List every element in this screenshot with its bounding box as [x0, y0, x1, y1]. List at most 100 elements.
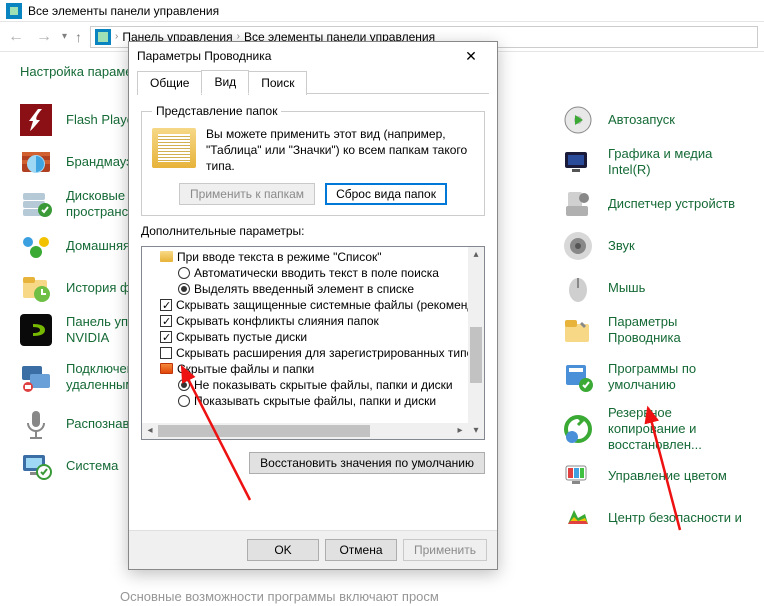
address-icon	[95, 29, 111, 45]
tree-group-hidden-files[interactable]: Скрытые файлы и папки	[146, 361, 480, 377]
item-security[interactable]: Центр безопасности и	[562, 497, 744, 539]
item-default-programs[interactable]: Программы по умолчанию	[562, 351, 744, 403]
radio-icon	[178, 379, 190, 391]
intel-graphics-icon	[562, 146, 594, 178]
tree-label: Показывать скрытые файлы, папки и диски	[194, 393, 436, 409]
default-programs-icon	[562, 361, 594, 393]
homegroup-icon	[20, 230, 52, 262]
folder-icon	[160, 363, 173, 374]
nav-history-dropdown-icon[interactable]: ▾	[62, 31, 67, 42]
item-label: Параметры Проводника	[608, 314, 744, 347]
folder-view-group: Представление папок Вы можете применить …	[141, 104, 485, 216]
tree-check-hide-protected[interactable]: Скрывать защищенные системные файлы (рек…	[146, 297, 480, 313]
security-center-icon	[562, 502, 594, 534]
horizontal-scrollbar[interactable]: ◂ ▸	[142, 423, 468, 439]
mouse-icon	[562, 272, 594, 304]
item-sound[interactable]: Звук	[562, 225, 744, 267]
item-label: Программы по умолчанию	[608, 361, 744, 394]
scroll-up-icon[interactable]: ▴	[468, 247, 484, 263]
hscroll-thumb[interactable]	[158, 425, 370, 437]
tree-check-hide-empty-drives[interactable]: Скрывать пустые диски	[146, 329, 480, 345]
dialog-tabs: Общие Вид Поиск	[137, 70, 489, 94]
cp-right-column: Автозапуск Графика и медиа Intel(R) Дисп…	[562, 99, 744, 539]
cp-title: Все элементы панели управления	[28, 4, 219, 18]
cp-status-text: Основные возможности программы включают …	[120, 589, 764, 604]
tab-general[interactable]: Общие	[137, 71, 202, 95]
radio-icon	[178, 395, 190, 407]
item-explorer-options[interactable]: Параметры Проводника	[562, 309, 744, 351]
item-autoplay[interactable]: Автозапуск	[562, 99, 744, 141]
vertical-scrollbar[interactable]: ▴ ▾	[468, 247, 484, 439]
breadcrumb-sep-icon: ›	[115, 31, 118, 42]
nav-forward-icon: →	[34, 28, 54, 46]
item-devmgr[interactable]: Диспетчер устройств	[562, 183, 744, 225]
tab-search[interactable]: Поиск	[248, 71, 307, 95]
tree-label: При вводе текста в режиме "Список"	[177, 249, 382, 265]
backup-restore-icon	[562, 413, 594, 445]
dialog-titlebar[interactable]: Параметры Проводника ✕	[129, 42, 497, 70]
folder-options-dialog: Параметры Проводника ✕ Общие Вид Поиск П…	[128, 41, 498, 570]
dialog-button-row: OK Отмена Применить	[129, 530, 497, 569]
folder-options-icon	[562, 314, 594, 346]
checkbox-icon	[160, 347, 172, 359]
scroll-right-icon[interactable]: ▸	[452, 423, 468, 439]
apply-button: Применить	[403, 539, 487, 561]
item-backup[interactable]: Резервное копирование и восстановлен...	[562, 403, 744, 455]
tree-check-hide-merge-conflicts[interactable]: Скрывать конфликты слияния папок	[146, 313, 480, 329]
tree-radio-auto-search[interactable]: Автоматически вводить текст в поле поиск…	[146, 265, 480, 281]
checkbox-icon	[160, 299, 172, 311]
microphone-icon	[20, 408, 52, 440]
nvidia-icon	[20, 314, 52, 346]
tree-label: Скрывать конфликты слияния папок	[176, 313, 379, 329]
reset-folders-button[interactable]: Сброс вида папок	[325, 183, 447, 205]
hscroll-track[interactable]	[158, 423, 452, 439]
radio-icon	[178, 283, 190, 295]
system-icon	[20, 450, 52, 482]
tab-view-content: Представление папок Вы можете применить …	[129, 94, 497, 530]
file-history-icon	[20, 272, 52, 304]
folder-view-description: Вы можете применить этот вид (например, …	[206, 126, 474, 175]
tree-radio-select-in-list[interactable]: Выделять введенный элемент в списке	[146, 281, 480, 297]
folder-icon	[160, 251, 173, 262]
storage-spaces-icon	[20, 188, 52, 220]
item-label: Диспетчер устройств	[608, 196, 735, 212]
nav-up-icon[interactable]: ↑	[75, 29, 82, 45]
tree-radio-show-hidden[interactable]: Показывать скрытые файлы, папки и диски	[146, 393, 480, 409]
apply-to-folders-button: Применить к папкам	[179, 183, 315, 205]
scroll-left-icon[interactable]: ◂	[142, 423, 158, 439]
control-panel-icon	[6, 3, 22, 19]
tree-label: Скрывать расширения для зарегистрированн…	[176, 345, 485, 361]
scroll-track[interactable]	[468, 263, 484, 423]
item-label: Звук	[608, 238, 635, 254]
dialog-title: Параметры Проводника	[137, 49, 271, 63]
cancel-button[interactable]: Отмена	[325, 539, 397, 561]
scroll-thumb[interactable]	[470, 327, 482, 383]
restore-defaults-button[interactable]: Восстановить значения по умолчанию	[249, 452, 485, 474]
checkbox-icon	[160, 315, 172, 327]
radio-icon	[178, 267, 190, 279]
item-intel-gfx[interactable]: Графика и медиа Intel(R)	[562, 141, 744, 183]
remote-connections-icon	[20, 361, 52, 393]
item-mouse[interactable]: Мышь	[562, 267, 744, 309]
folder-illustration-icon	[152, 128, 196, 168]
tree-check-hide-extensions[interactable]: Скрывать расширения для зарегистрированн…	[146, 345, 480, 361]
item-label: Резервное копирование и восстановлен...	[608, 405, 744, 454]
tree-label: Автоматически вводить текст в поле поиск…	[194, 265, 439, 281]
item-label: Система	[66, 458, 118, 474]
group-legend: Представление папок	[152, 104, 281, 118]
ok-button[interactable]: OK	[247, 539, 319, 561]
nav-back-icon[interactable]: ←	[6, 28, 26, 46]
item-label: Управление цветом	[608, 468, 727, 484]
tree-label: Скрывать защищенные системные файлы (рек…	[176, 297, 485, 313]
tree-group-list-typing[interactable]: При вводе текста в режиме "Список"	[146, 249, 480, 265]
tree-label: Не показывать скрытые файлы, папки и дис…	[194, 377, 453, 393]
tree-radio-dont-show-hidden[interactable]: Не показывать скрытые файлы, папки и дис…	[146, 377, 480, 393]
advanced-settings-tree[interactable]: При вводе текста в режиме "Список" Автом…	[141, 246, 485, 440]
item-label: Мышь	[608, 280, 645, 296]
color-management-icon	[562, 460, 594, 492]
item-color[interactable]: Управление цветом	[562, 455, 744, 497]
tree-label: Выделять введенный элемент в списке	[194, 281, 414, 297]
scroll-down-icon[interactable]: ▾	[468, 423, 484, 439]
close-icon[interactable]: ✕	[453, 48, 489, 65]
tab-view[interactable]: Вид	[201, 70, 249, 94]
